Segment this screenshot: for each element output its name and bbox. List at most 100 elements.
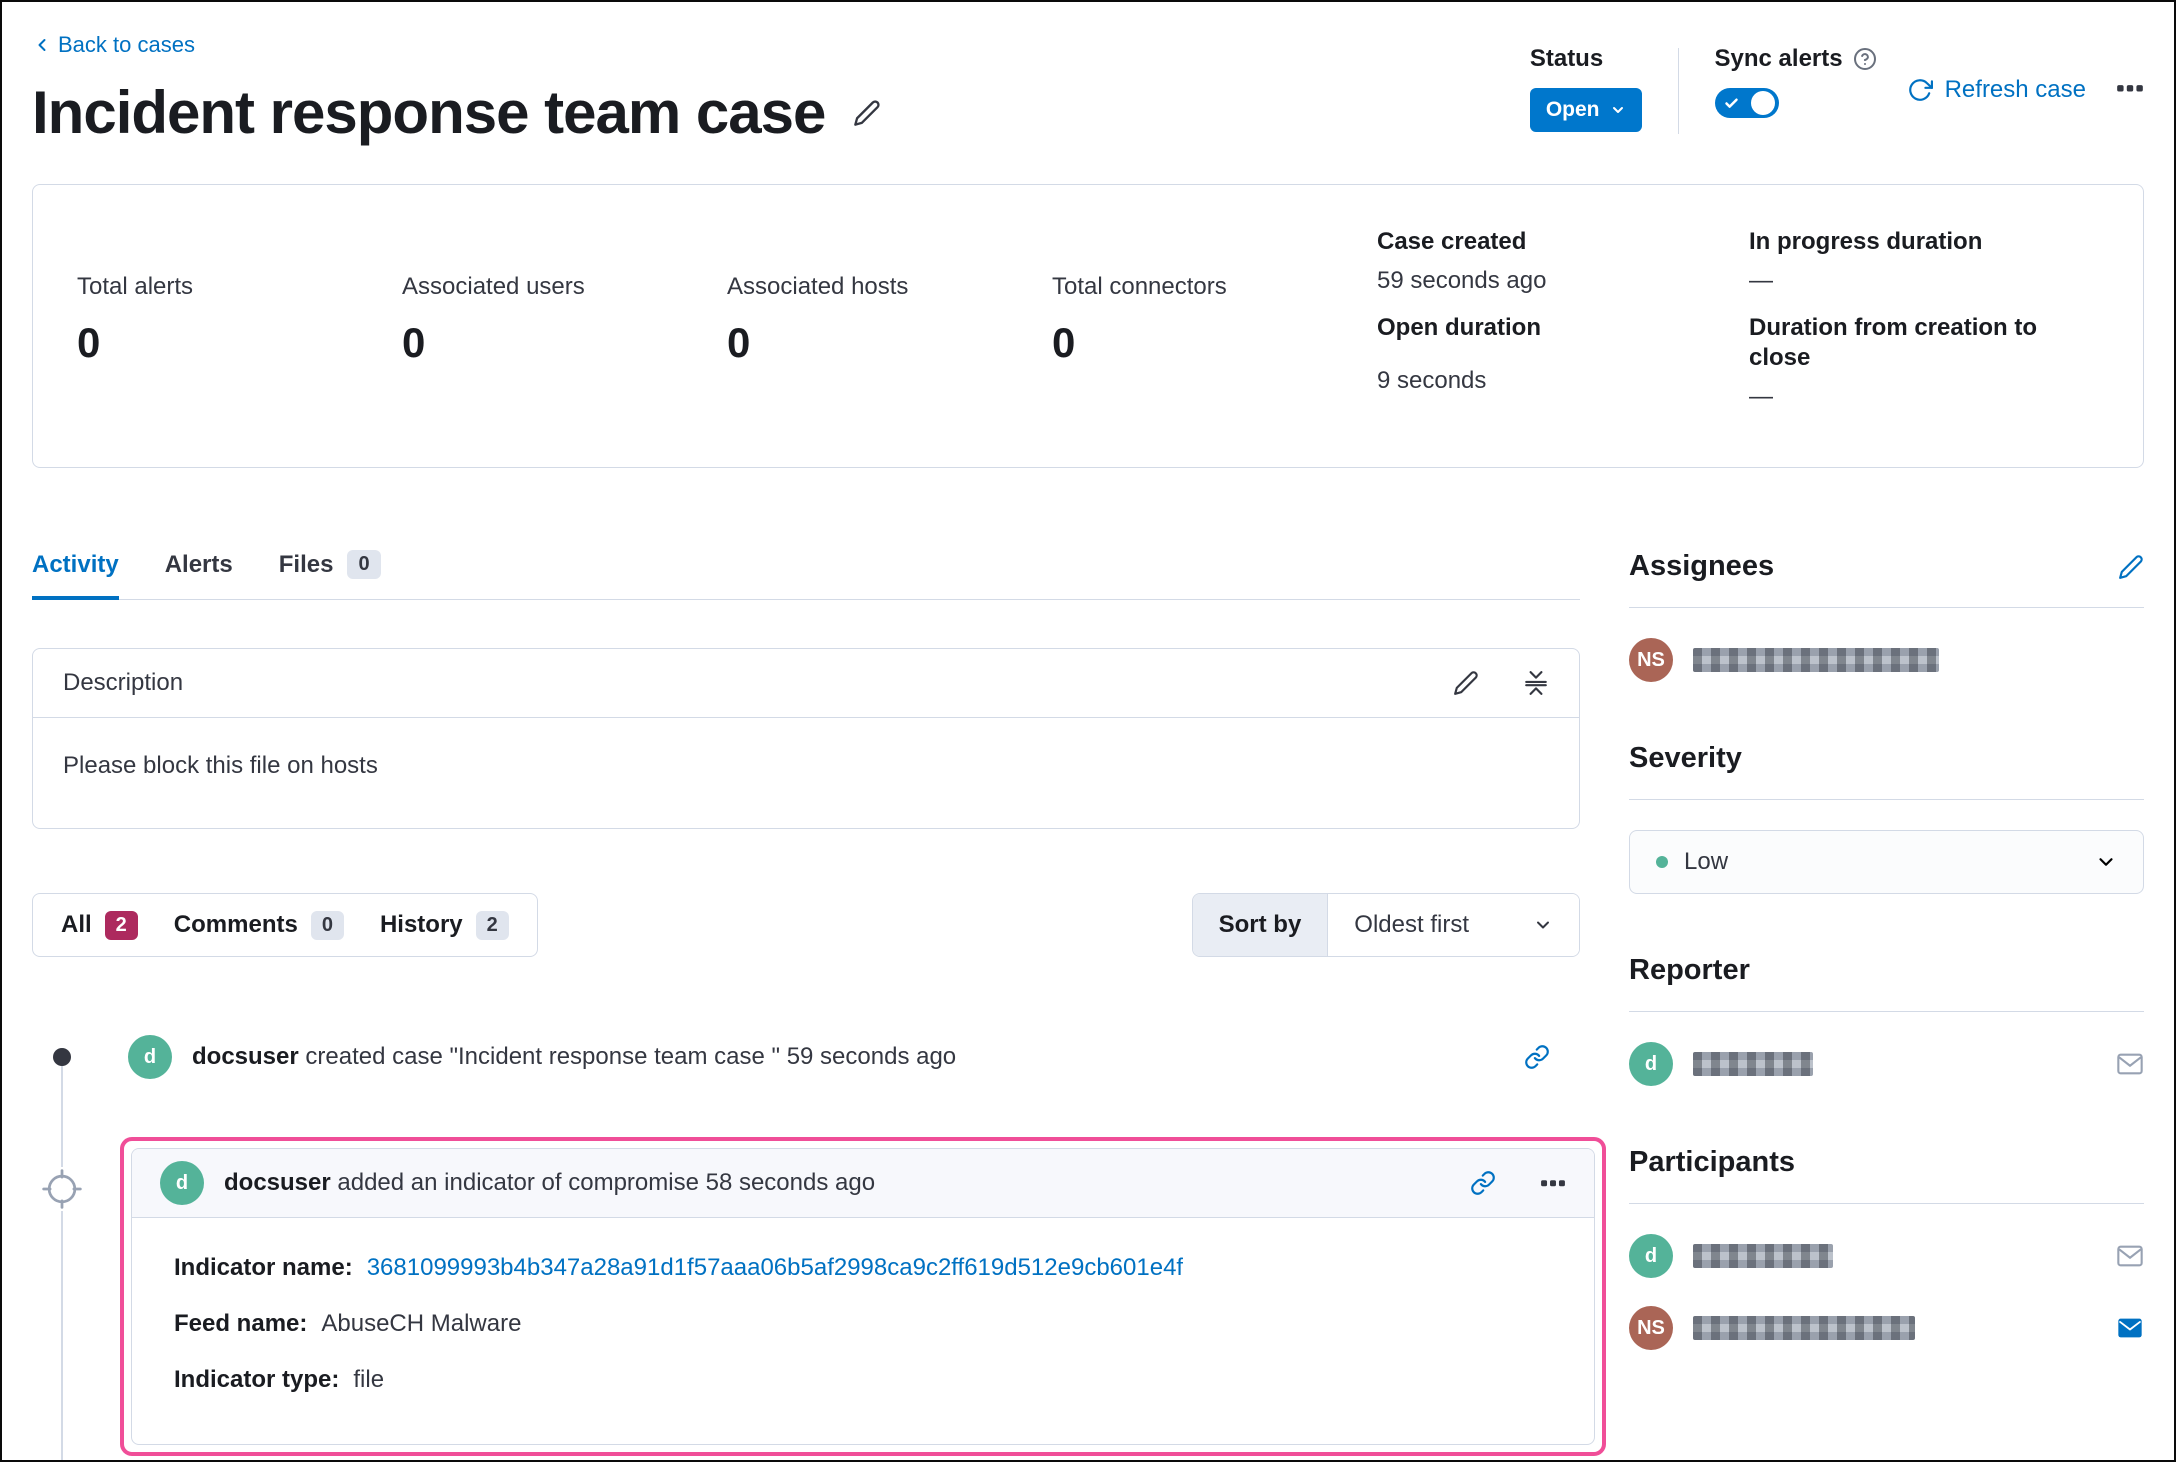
case-timing-column-2: In progress duration — Duration from cre… bbox=[1749, 227, 2099, 429]
case-actions-menu-button[interactable] bbox=[2116, 74, 2144, 102]
indicator-type-row: Indicator type: file bbox=[174, 1366, 1552, 1394]
sort-order-select[interactable]: Oldest first bbox=[1328, 894, 1579, 956]
status-dropdown-button[interactable]: Open bbox=[1529, 88, 1642, 132]
edit-description-button[interactable] bbox=[1453, 670, 1479, 696]
description-body: Please block this file on hosts bbox=[63, 752, 378, 779]
avatar: NS bbox=[1629, 638, 1673, 682]
reporter-section: Reporter d bbox=[1629, 954, 2144, 1086]
ellipsis-icon bbox=[2116, 74, 2144, 102]
copy-event-link-button[interactable] bbox=[1524, 1044, 1550, 1070]
email-icon[interactable] bbox=[2116, 1242, 2144, 1270]
redacted-user-name bbox=[1693, 648, 1939, 672]
sync-alerts-label-row: Sync alerts bbox=[1715, 44, 1877, 74]
case-created-value: 59 seconds ago bbox=[1377, 267, 1547, 294]
tab-alerts[interactable]: Alerts bbox=[165, 550, 233, 599]
field-label: Indicator type: bbox=[174, 1366, 340, 1393]
severity-section: Severity Low bbox=[1629, 742, 2144, 894]
indicator-comment-card: d docsuser added an indicator of comprom… bbox=[131, 1148, 1595, 1445]
title-row: Incident response team case bbox=[32, 76, 881, 150]
filter-history-button[interactable]: History 2 bbox=[380, 910, 509, 940]
section-divider bbox=[1629, 1203, 2144, 1204]
comment-actions-menu-button[interactable] bbox=[1540, 1170, 1566, 1196]
metric-value: 0 bbox=[727, 319, 751, 366]
severity-low-dot-icon bbox=[1656, 856, 1668, 868]
pencil-icon bbox=[2118, 554, 2144, 580]
status-group: Status Open bbox=[1529, 44, 1642, 132]
pencil-icon bbox=[853, 99, 881, 127]
metric-label: Total alerts bbox=[77, 273, 194, 300]
open-duration-value: 9 seconds bbox=[1377, 367, 1487, 394]
metric-total-connectors: Total connectors 0 bbox=[1052, 227, 1377, 429]
sync-alerts-toggle[interactable] bbox=[1714, 88, 1779, 118]
avatar: d bbox=[1629, 1234, 1673, 1278]
collapse-description-button[interactable] bbox=[1523, 670, 1549, 696]
copy-comment-link-button[interactable] bbox=[1470, 1170, 1496, 1196]
history-count-badge: 2 bbox=[475, 910, 509, 940]
avatar: NS bbox=[1629, 1306, 1673, 1350]
email-icon[interactable] bbox=[2116, 1314, 2144, 1342]
event-text: docsuser created case "Incident response… bbox=[192, 1043, 1504, 1071]
activity-filter-bar: All 2 Comments 0 History 2 Sort by Oldes… bbox=[32, 893, 1580, 957]
avatar: d bbox=[160, 1161, 204, 1205]
comment-actions bbox=[1470, 1170, 1566, 1196]
severity-select[interactable]: Low bbox=[1629, 830, 2144, 894]
metric-label: Total connectors bbox=[1052, 273, 1227, 300]
metric-associated-users: Associated users 0 bbox=[402, 227, 727, 429]
activity-filter-group: All 2 Comments 0 History 2 bbox=[32, 893, 538, 957]
back-to-cases-link[interactable]: Back to cases bbox=[32, 30, 195, 60]
assignees-title: Assignees bbox=[1629, 550, 1775, 582]
sort-order-value: Oldest first bbox=[1354, 911, 1469, 938]
indicator-name-link[interactable]: 3681099993b4b347a28a91d1f57aaa06b5af2998… bbox=[367, 1254, 1183, 1282]
redacted-user-name bbox=[1693, 1244, 1833, 1268]
field-label: Indicator name: bbox=[174, 1254, 353, 1281]
indicator-target-icon bbox=[40, 1167, 84, 1211]
filter-label: All bbox=[61, 911, 92, 938]
description-title: Description bbox=[63, 669, 184, 696]
event-username: docsuser bbox=[192, 1043, 299, 1070]
creation-to-close-label: Duration from creation to close bbox=[1749, 314, 2038, 371]
tab-files[interactable]: Files 0 bbox=[279, 550, 381, 599]
case-created-label: Case created bbox=[1377, 228, 1527, 255]
refresh-case-button[interactable]: Refresh case bbox=[1907, 76, 2086, 104]
severity-value: Low bbox=[1684, 848, 1729, 875]
back-link-label: Back to cases bbox=[58, 32, 195, 57]
in-progress-duration-label: In progress duration bbox=[1749, 228, 1983, 255]
metric-label: Associated hosts bbox=[727, 273, 909, 300]
metric-associated-hosts: Associated hosts 0 bbox=[727, 227, 1052, 429]
participant-row: d bbox=[1629, 1234, 2144, 1278]
avatar: d bbox=[1629, 1042, 1673, 1086]
indicator-details: Indicator name: 3681099993b4b347a28a91d1… bbox=[132, 1218, 1594, 1444]
reporter-row: d bbox=[1629, 1042, 2144, 1086]
section-divider bbox=[1629, 799, 2144, 800]
redacted-user-name bbox=[1693, 1316, 1915, 1340]
metric-label: Associated users bbox=[402, 273, 585, 300]
email-icon[interactable] bbox=[2116, 1050, 2144, 1078]
link-icon bbox=[1470, 1170, 1496, 1196]
creation-to-close-value: — bbox=[1749, 383, 1773, 410]
sort-control: Sort by Oldest first bbox=[1191, 893, 1580, 957]
section-divider bbox=[1629, 607, 2144, 608]
in-progress-duration-value: — bbox=[1749, 267, 1773, 294]
highlighted-comment-outline: d docsuser added an indicator of comprom… bbox=[120, 1137, 1606, 1456]
filter-all-button[interactable]: All 2 bbox=[61, 910, 138, 940]
filter-comments-button[interactable]: Comments 0 bbox=[173, 910, 344, 940]
refresh-icon bbox=[1907, 77, 1933, 103]
edit-title-button[interactable] bbox=[853, 99, 881, 127]
assignees-title-row: Assignees bbox=[1629, 550, 2144, 583]
tab-label: Activity bbox=[32, 550, 119, 578]
timeline-event-created: d docsuser created case "Incident respon… bbox=[32, 1035, 1580, 1079]
description-actions bbox=[1453, 670, 1549, 696]
filter-label: Comments bbox=[173, 911, 298, 938]
header-left: Back to cases Incident response team cas… bbox=[32, 30, 881, 150]
comments-count-badge: 0 bbox=[310, 910, 344, 940]
check-icon bbox=[1724, 96, 1739, 111]
help-icon[interactable] bbox=[1853, 47, 1877, 71]
edit-assignees-button[interactable] bbox=[2118, 554, 2144, 580]
status-value: Open bbox=[1545, 98, 1600, 121]
content-area: Activity Alerts Files 0 Description Plea… bbox=[32, 550, 2144, 1460]
reporter-title: Reporter bbox=[1629, 954, 1750, 986]
tab-activity[interactable]: Activity bbox=[32, 550, 119, 600]
case-timing-column-1: Case created 59 seconds ago Open duratio… bbox=[1377, 227, 1749, 429]
header-divider bbox=[1677, 48, 1679, 134]
assignees-section: Assignees NS bbox=[1629, 550, 2144, 682]
